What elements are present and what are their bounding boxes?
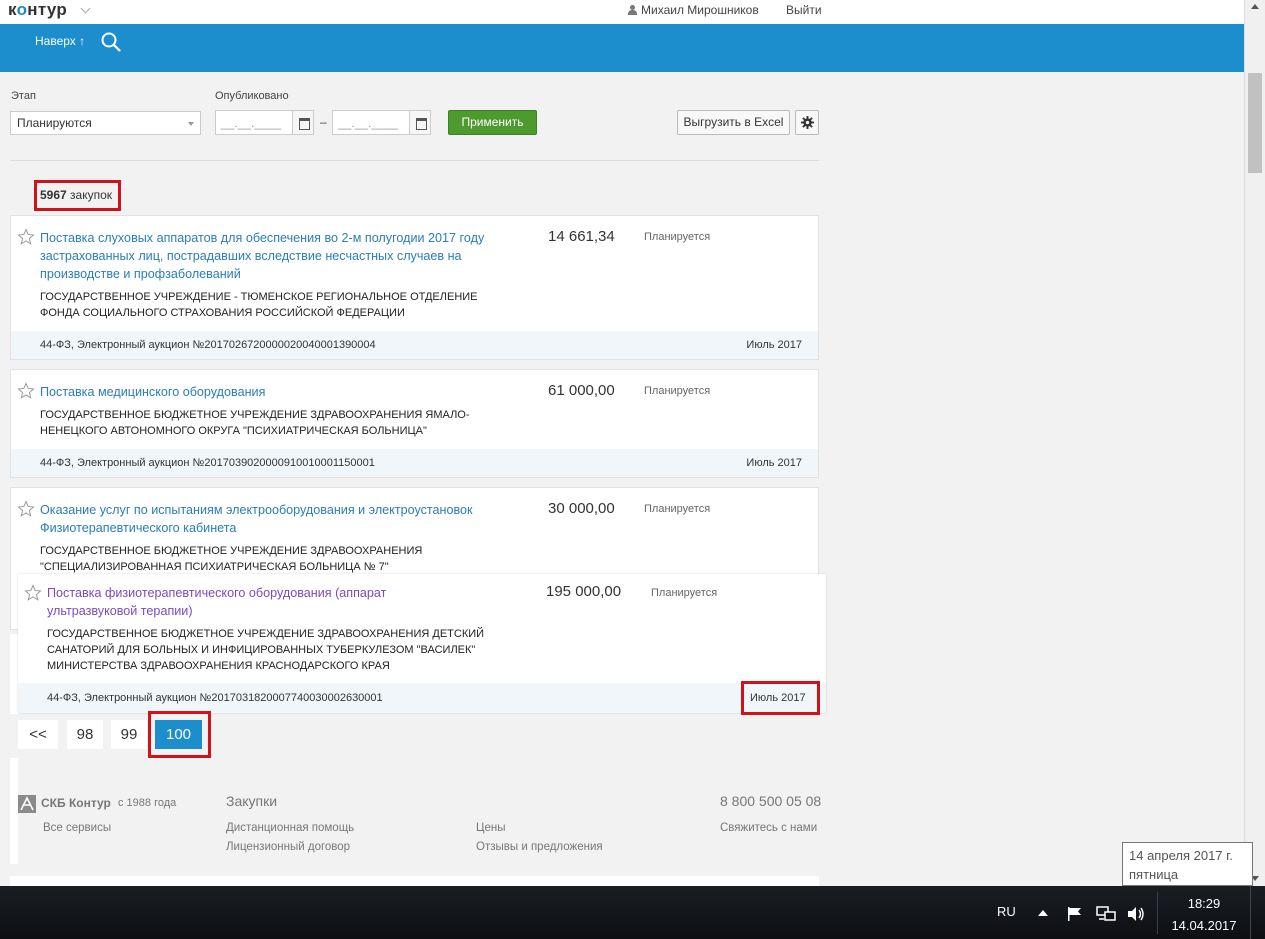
scroll-thumb[interactable]: [1248, 73, 1262, 173]
clock-date[interactable]: 14.04.2017: [1164, 918, 1244, 933]
scroll-top-link[interactable]: Наверх ↑: [35, 34, 85, 48]
logo-text-prefix: к: [8, 0, 17, 19]
purchase-price: 61 000,00: [548, 382, 615, 399]
footer-phone: 8 800 500 05 08: [720, 793, 822, 809]
purchase-price: 30 000,00: [548, 500, 615, 517]
purchase-card: Поставка слуховых аппаратов для обеспече…: [10, 215, 819, 360]
purchase-card-footer: 44-ФЗ, Электронный аукцион №201703902000…: [11, 449, 818, 477]
star-icon[interactable]: [17, 228, 35, 246]
purchase-month: Июль 2017: [746, 339, 802, 351]
footer-link-license[interactable]: Лицензионный договор: [226, 841, 350, 853]
stage-select[interactable]: Планируются: [10, 111, 201, 135]
taskbar: RU 18:29 14.04.2017: [0, 886, 1265, 939]
footer-link-all-services[interactable]: Все сервисы: [43, 822, 111, 834]
footer-link-remote-help[interactable]: Дистанционная помощь: [226, 822, 354, 834]
customer-org: ГОСУДАРСТВЕННОЕ УЧРЕЖДЕНИЕ - ТЮМЕНСКОЕ Р…: [40, 291, 478, 319]
calendar-icon[interactable]: [409, 110, 431, 135]
purchase-price: 195 000,00: [546, 583, 622, 600]
footer-brand: СКБ Контур: [41, 796, 111, 810]
star-icon[interactable]: [24, 584, 42, 602]
footer-section-title: Закупки: [226, 793, 278, 809]
date-separator: –: [320, 115, 327, 129]
user-name: Михаил Мирошников: [641, 3, 759, 17]
purchase-title-link[interactable]: Поставка медицинского оборудования: [40, 383, 490, 401]
customer-org: ГОСУДАРСТВЕННОЕ БЮДЖЕТНОЕ УЧРЕЖДЕНИЕ ЗДР…: [40, 409, 470, 437]
filters-divider: [10, 160, 819, 161]
purchase-card: Поставка медицинского оборудования 61 00…: [10, 369, 819, 478]
logout-link[interactable]: Выйти: [786, 3, 822, 17]
scroll-up-arrow-icon[interactable]: [1251, 4, 1259, 9]
purchase-law-number: 44-ФЗ, Электронный аукцион №201703182000…: [47, 692, 383, 704]
date-to-input[interactable]: __.__.____: [332, 110, 410, 135]
star-icon[interactable]: [17, 382, 35, 400]
purchase-law-number: 44-ФЗ, Электронный аукцион №201703902000…: [40, 457, 375, 469]
highlight-box: [741, 681, 820, 715]
skb-kontur-logo-icon: [18, 795, 36, 813]
pagination-page-99[interactable]: 99: [111, 720, 147, 749]
purchase-title-link[interactable]: Поставка физиотерапевтического оборудова…: [47, 584, 467, 620]
top-bar: контур Михаил Мирошников Выйти: [0, 0, 1244, 24]
kontur-logo[interactable]: контур: [8, 0, 67, 20]
tooltip-date: 14 апреля 2017 г.: [1129, 848, 1233, 863]
pagination-prev-button[interactable]: <<: [18, 720, 58, 749]
footer-since: с 1988 года: [118, 797, 177, 809]
nav-bar: Наверх ↑: [0, 24, 1244, 72]
taskbar-separator: [1157, 892, 1158, 934]
stage-select-value: Планируются: [17, 116, 92, 130]
settings-button[interactable]: [795, 110, 819, 135]
highlight-box: [34, 180, 121, 211]
apply-button[interactable]: Применить: [448, 110, 537, 135]
network-icon[interactable]: [1096, 906, 1116, 922]
published-label: Опубликовано: [215, 90, 289, 102]
highlight-box: [148, 711, 211, 758]
chevron-down-icon[interactable]: [80, 3, 91, 14]
purchase-status: Планируется: [644, 503, 711, 515]
purchase-status: Планируется: [644, 385, 711, 397]
purchase-price: 14 661,34: [548, 228, 615, 245]
overlay-purchase-card: Поставка физиотерапевтического оборудова…: [18, 574, 826, 713]
logo-text-suffix: нтур: [27, 0, 68, 19]
customer-org: ГОСУДАРСТВЕННОЕ БЮДЖЕТНОЕ УЧРЕЖДЕНИЕ ЗДР…: [40, 545, 423, 573]
volume-icon[interactable]: [1126, 906, 1146, 922]
footer-link-contact[interactable]: Свяжитесь с нами: [720, 822, 817, 834]
stage-label: Этап: [11, 90, 36, 102]
user-menu[interactable]: Михаил Мирошников: [628, 3, 759, 17]
purchase-status: Планируется: [644, 231, 711, 243]
purchase-status: Планируется: [651, 587, 718, 599]
purchase-month: Июль 2017: [746, 457, 802, 469]
chevron-down-icon: [188, 122, 194, 126]
calendar-icon[interactable]: [292, 110, 314, 135]
site-footer: СКБ Контур с 1988 года Закупки 8 800 500…: [18, 780, 826, 866]
user-icon: [628, 5, 637, 15]
clock-time[interactable]: 18:29: [1164, 896, 1244, 911]
export-excel-button[interactable]: Выгрузить в Excel: [677, 110, 790, 135]
logo-text-o: о: [16, 0, 28, 19]
background-card-edge: [10, 634, 18, 714]
purchase-card-footer: 44-ФЗ, Электронный аукцион №201702672000…: [11, 331, 818, 359]
date-from-input[interactable]: __.__.____: [215, 110, 293, 135]
show-desktop-button[interactable]: [1250, 886, 1265, 939]
page-scrollbar[interactable]: [1244, 0, 1265, 886]
purchase-title-link[interactable]: Оказание услуг по испытаниям электрообор…: [40, 501, 490, 537]
gear-icon: [801, 116, 814, 129]
background-card-edge: [10, 758, 18, 864]
footer-link-prices[interactable]: Цены: [476, 822, 506, 834]
customer-org: ГОСУДАРСТВЕННОЕ БЮДЖЕТНОЕ УЧРЕЖДЕНИЕ ЗДР…: [47, 628, 485, 672]
action-center-flag-icon[interactable]: [1066, 906, 1084, 922]
show-hidden-icons-icon[interactable]: [1037, 908, 1049, 918]
purchase-law-number: 44-ФЗ, Электронный аукцион №201702672000…: [40, 339, 376, 351]
tooltip-weekday: пятница: [1129, 867, 1179, 882]
language-indicator[interactable]: RU: [997, 904, 1016, 919]
search-icon[interactable]: [101, 32, 121, 52]
purchase-card-footer: 44-ФЗ, Электронный аукцион №201703182000…: [18, 683, 826, 713]
date-tooltip: 14 апреля 2017 г. пятница: [1122, 842, 1253, 886]
pagination-page-98[interactable]: 98: [67, 720, 103, 749]
purchase-title-link[interactable]: Поставка слуховых аппаратов для обеспече…: [40, 229, 490, 283]
star-icon[interactable]: [17, 500, 35, 518]
footer-link-feedback[interactable]: Отзывы и предложения: [476, 841, 603, 853]
